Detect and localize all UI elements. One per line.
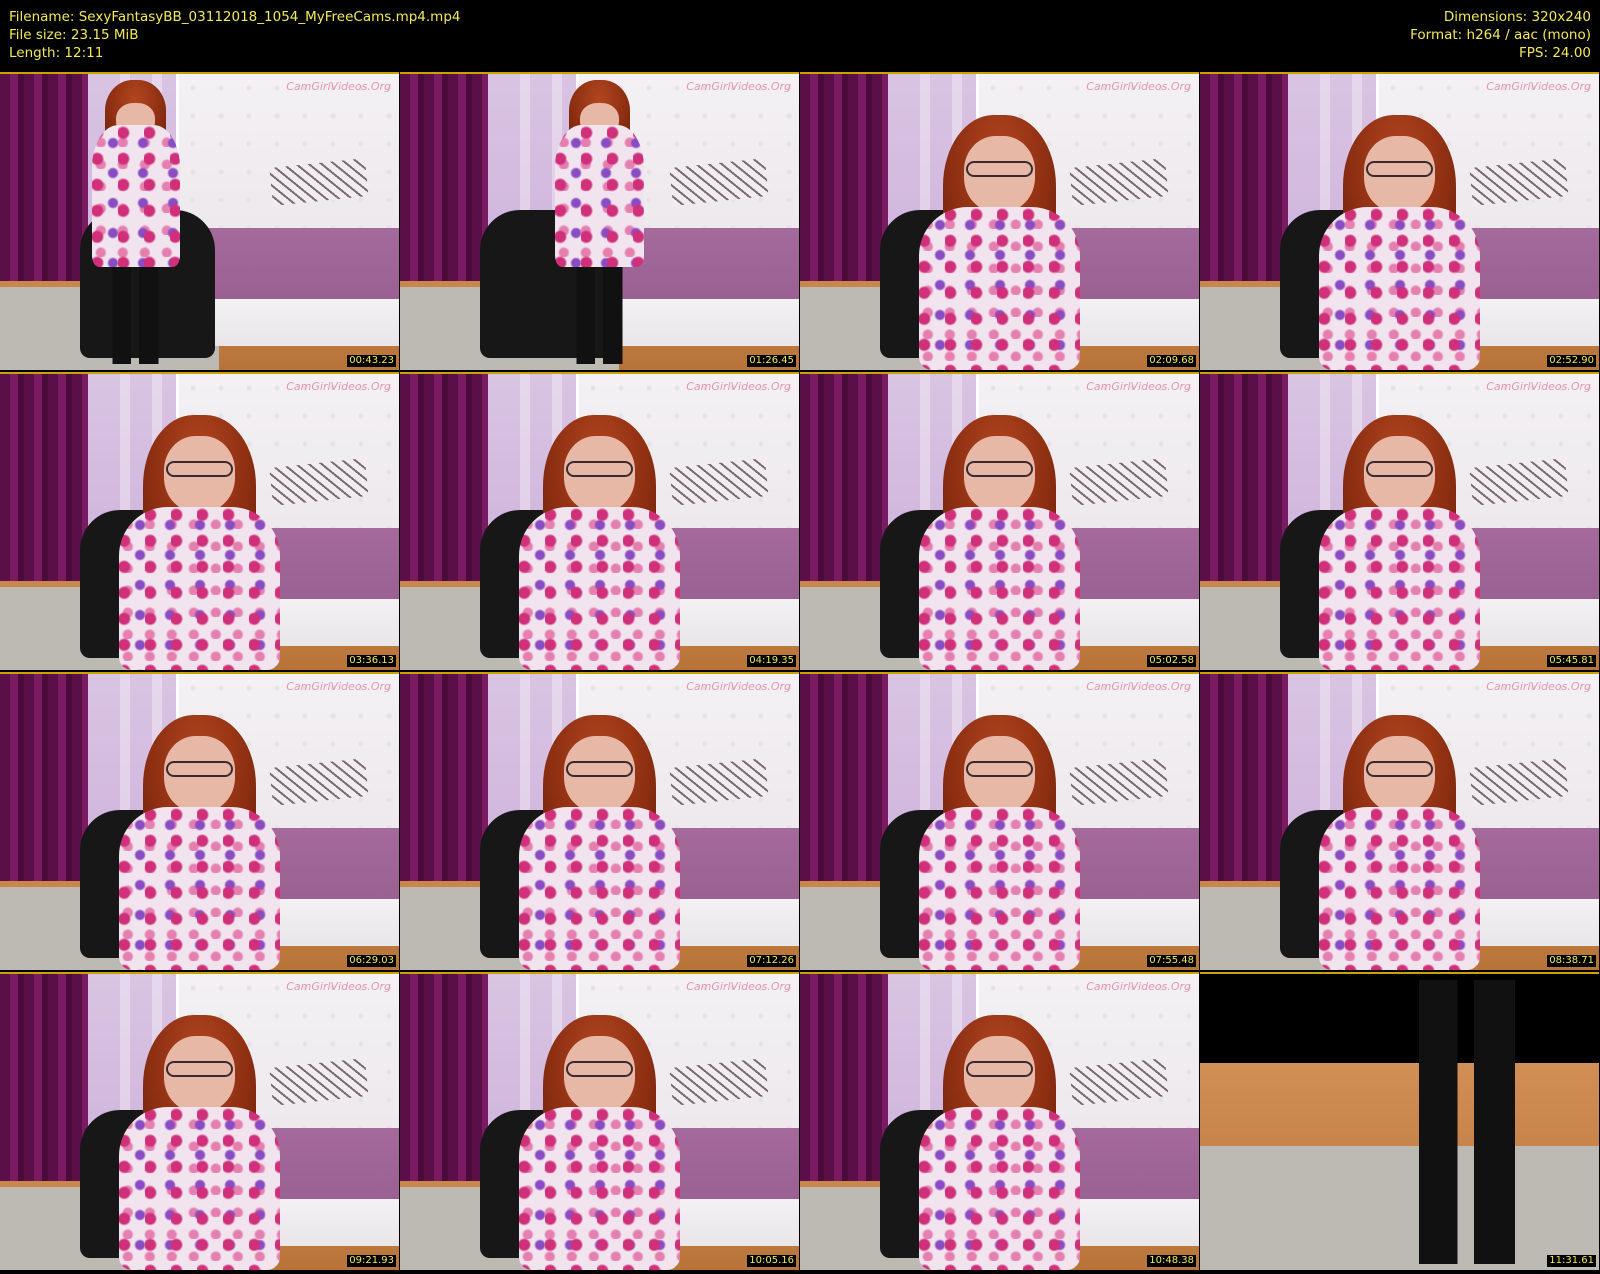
- person-figure: [1312, 715, 1488, 970]
- person-figure: [512, 415, 688, 670]
- watermark: CamGirlVideos.Org: [686, 80, 791, 93]
- timestamp-label: 00:43.23: [347, 355, 396, 367]
- person-figure: [512, 715, 688, 970]
- watermark: CamGirlVideos.Org: [286, 680, 391, 693]
- person-figure: [912, 415, 1088, 670]
- video-thumbnail: CamGirlVideos.Org 10:48.38: [800, 972, 1199, 1270]
- thumbnail-grid: CamGirlVideos.Org 00:43.23 CamGirlVideos.O…: [0, 72, 1600, 1274]
- contact-sheet-header: Filename: SexyFantasyBB_03112018_1054_My…: [0, 0, 1600, 72]
- watermark: CamGirlVideos.Org: [1486, 80, 1591, 93]
- timestamp-label: 11:31.61: [1547, 1255, 1596, 1267]
- person-figure: [112, 415, 288, 670]
- frame-scene: CamGirlVideos.Org: [800, 374, 1199, 670]
- video-thumbnail: CamGirlVideos.Org 02:52.90: [1200, 72, 1599, 370]
- file-info: Filename: SexyFantasyBB_03112018_1054_My…: [9, 8, 461, 62]
- frame-scene: CamGirlVideos.Org: [0, 74, 399, 370]
- timestamp-label: 07:12.26: [747, 955, 796, 967]
- person-figure: [112, 715, 288, 970]
- video-thumbnail: CamGirlVideos.Org 06:29.03: [0, 672, 399, 970]
- timestamp-label: 10:05.16: [747, 1255, 796, 1267]
- person-figure: [112, 1015, 288, 1270]
- video-thumbnail: CamGirlVideos.Org 02:09.68: [800, 72, 1199, 370]
- timestamp-label: 09:21.93: [347, 1255, 396, 1267]
- watermark: CamGirlVideos.Org: [1086, 380, 1191, 393]
- watermark: CamGirlVideos.Org: [286, 980, 391, 993]
- person-figure: [1312, 415, 1488, 670]
- stream-info: Dimensions: 320x240 Format: h264 / aac (…: [1410, 8, 1591, 62]
- frame-scene: CamGirlVideos.Org: [400, 674, 799, 970]
- video-thumbnail: CamGirlVideos.Org 07:12.26: [400, 672, 799, 970]
- watermark: CamGirlVideos.Org: [686, 380, 791, 393]
- watermark: CamGirlVideos.Org: [286, 380, 391, 393]
- frame-scene: CamGirlVideos.Org: [1200, 374, 1599, 670]
- video-thumbnail: CamGirlVideos.Org 05:02.58: [800, 372, 1199, 670]
- person-figure: [512, 1015, 688, 1270]
- fps-label: FPS: 24.00: [1519, 45, 1591, 61]
- watermark: CamGirlVideos.Org: [1486, 680, 1591, 693]
- frame-scene: CamGirlVideos.Org: [1200, 74, 1599, 370]
- timestamp-label: 07:55.48: [1147, 955, 1196, 967]
- watermark: CamGirlVideos.Org: [286, 80, 391, 93]
- video-thumbnail: CamGirlVideos.Org 08:38.71: [1200, 672, 1599, 970]
- watermark: CamGirlVideos.Org: [1086, 80, 1191, 93]
- timestamp-label: 05:45.81: [1547, 655, 1596, 667]
- frame-scene: CamGirlVideos.Org: [0, 374, 399, 670]
- timestamp-label: 01:26.45: [747, 355, 796, 367]
- timestamp-label: 02:09.68: [1147, 355, 1196, 367]
- person-figure: [912, 1015, 1088, 1270]
- frame-scene: CamGirlVideos.Org: [400, 74, 799, 370]
- frame-scene: CamGirlVideos.Org: [800, 974, 1199, 1270]
- timestamp-label: 04:19.35: [747, 655, 796, 667]
- video-thumbnail: 11:31.61: [1200, 972, 1599, 1270]
- video-thumbnail: CamGirlVideos.Org 10:05.16: [400, 972, 799, 1270]
- legs-figure: [1407, 979, 1528, 1265]
- watermark: CamGirlVideos.Org: [686, 680, 791, 693]
- frame-scene: CamGirlVideos.Org: [800, 74, 1199, 370]
- frame-scene: CamGirlVideos.Org: [1200, 674, 1599, 970]
- person-figure: [912, 715, 1088, 970]
- file-size-label: File size: 23.15 MiB: [9, 27, 139, 43]
- watermark: CamGirlVideos.Org: [1486, 380, 1591, 393]
- timestamp-label: 05:02.58: [1147, 655, 1196, 667]
- video-thumbnail: CamGirlVideos.Org 03:36.13: [0, 372, 399, 670]
- timestamp-label: 08:38.71: [1547, 955, 1596, 967]
- timestamp-label: 10:48.38: [1147, 1255, 1196, 1267]
- video-thumbnail: CamGirlVideos.Org 05:45.81: [1200, 372, 1599, 670]
- timestamp-label: 02:52.90: [1547, 355, 1596, 367]
- timestamp-label: 03:36.13: [347, 655, 396, 667]
- watermark: CamGirlVideos.Org: [1086, 980, 1191, 993]
- timestamp-label: 06:29.03: [347, 955, 396, 967]
- dimensions-label: Dimensions: 320x240: [1443, 9, 1591, 25]
- video-thumbnail: CamGirlVideos.Org 09:21.93: [0, 972, 399, 1270]
- person-figure: [1312, 115, 1488, 370]
- length-label: Length: 12:11: [9, 45, 104, 61]
- frame-scene: CamGirlVideos.Org: [400, 374, 799, 670]
- format-label: Format: h264 / aac (mono): [1410, 27, 1591, 43]
- video-thumbnail: CamGirlVideos.Org 00:43.23: [0, 72, 399, 370]
- video-thumbnail: CamGirlVideos.Org 04:19.35: [400, 372, 799, 670]
- frame-scene: CamGirlVideos.Org: [400, 974, 799, 1270]
- frame-scene: [1200, 974, 1599, 1270]
- filename-label: Filename: SexyFantasyBB_03112018_1054_My…: [9, 9, 461, 25]
- frame-scene: CamGirlVideos.Org: [0, 674, 399, 970]
- watermark: CamGirlVideos.Org: [1086, 680, 1191, 693]
- watermark: CamGirlVideos.Org: [686, 980, 791, 993]
- person-figure: [912, 115, 1088, 370]
- frame-scene: CamGirlVideos.Org: [800, 674, 1199, 970]
- video-thumbnail: CamGirlVideos.Org 07:55.48: [800, 672, 1199, 970]
- frame-scene: CamGirlVideos.Org: [0, 974, 399, 1270]
- video-thumbnail: CamGirlVideos.Org 01:26.45: [400, 72, 799, 370]
